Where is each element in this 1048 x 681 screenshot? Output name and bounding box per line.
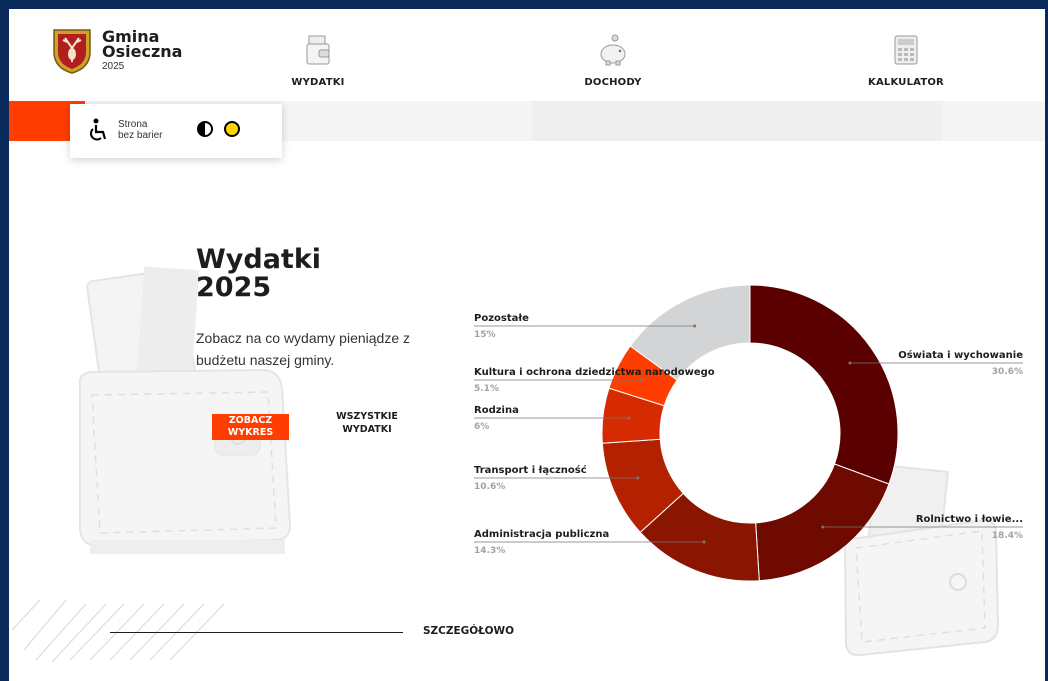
details-divider: [110, 632, 403, 633]
expenses-donut-chart: [474, 284, 1023, 582]
label-leader-dot: [636, 476, 640, 480]
label-leader-dot: [702, 540, 706, 544]
slice-value-label: 30.6%: [991, 367, 1023, 377]
donut-slice[interactable]: [749, 284, 899, 485]
label-leader-dot: [848, 361, 852, 365]
slice-label: Transport i łączność: [474, 465, 587, 476]
slice-label: Rodzina: [474, 405, 519, 416]
donut-slice[interactable]: [755, 463, 890, 582]
slice-value-label: 6%: [474, 422, 490, 432]
slice-value-label: 18.4%: [991, 531, 1023, 541]
label-leader-dot: [627, 416, 631, 420]
label-leader-dot: [821, 525, 825, 529]
slice-label: Pozostałe: [474, 313, 529, 324]
slice-value-label: 14.3%: [474, 546, 506, 556]
slice-value-label: 5.1%: [474, 384, 499, 394]
slice-label: Administracja publiczna: [474, 529, 610, 540]
slice-label: Rolnictwo i łowie...: [915, 514, 1023, 525]
slice-value-label: 15%: [474, 330, 496, 340]
label-leader-dot: [639, 378, 643, 382]
slice-label: Oświata i wychowanie: [898, 350, 1023, 361]
details-link[interactable]: SZCZEGÓŁOWO: [423, 625, 514, 637]
slice-label: Kultura i ochrona dziedzictwa narodowego: [474, 367, 715, 378]
slice-value-label: 10.6%: [474, 482, 506, 492]
label-leader-dot: [693, 324, 697, 328]
